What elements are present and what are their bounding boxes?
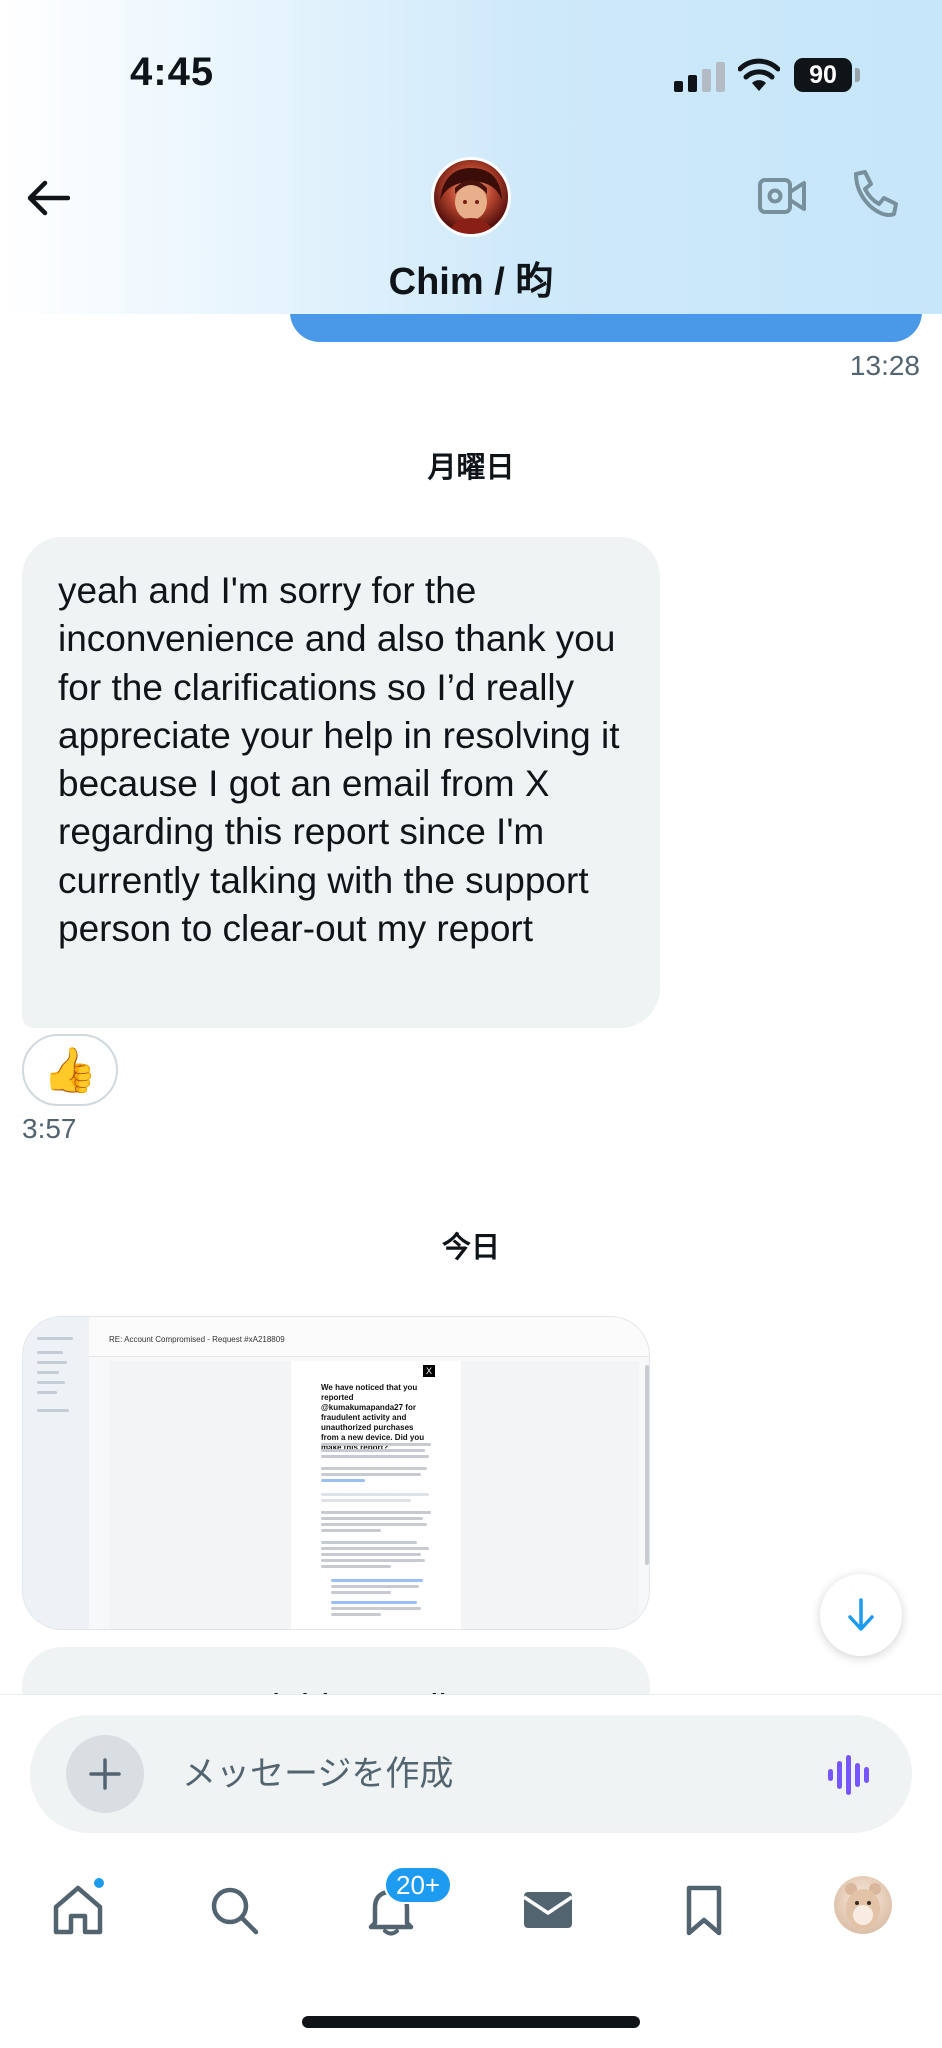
date-separator: 月曜日 (427, 452, 515, 484)
screenshot-sidebar (23, 1317, 89, 1629)
back-button[interactable] (22, 172, 74, 224)
tab-profile-avatar[interactable] (834, 1876, 892, 1934)
add-media-button[interactable] (66, 1735, 144, 1813)
contact-avatar[interactable] (431, 157, 511, 237)
cellular-signal-icon (674, 62, 725, 92)
avatar-illustration (440, 168, 502, 234)
tab-bookmarks[interactable] (672, 1878, 736, 1942)
message-timestamp: 13:28 (849, 350, 920, 381)
search-icon (211, 1887, 259, 1935)
screenshot-scrollbar (645, 1365, 649, 1565)
status-time: 4:45 (130, 50, 215, 94)
envelope-icon (523, 1892, 573, 1928)
notification-badge: 20+ (384, 1866, 453, 1904)
tab-messages[interactable] (516, 1878, 580, 1942)
message-input[interactable] (182, 1745, 782, 1803)
tab-search[interactable] (202, 1878, 266, 1942)
incoming-message-bubble[interactable]: yeah and I'm sorry for the inconvenience… (22, 537, 660, 1028)
date-separator: 今日 (441, 1232, 500, 1264)
bookmark-icon (686, 1885, 722, 1936)
home-unread-dot (92, 1876, 106, 1890)
arrow-left-icon (27, 180, 70, 216)
video-call-button[interactable] (756, 170, 808, 222)
scroll-to-bottom-button[interactable] (820, 1574, 902, 1656)
wifi-icon (738, 58, 780, 91)
battery-indicator: 90 (794, 58, 852, 92)
home-icon (53, 1885, 103, 1935)
reaction-badge[interactable]: 👍 (22, 1034, 118, 1106)
message-composer (30, 1715, 912, 1833)
battery-tip (855, 68, 860, 82)
message-timestamp: 3:57 (22, 1113, 77, 1144)
voice-wave-icon[interactable] (826, 1753, 874, 1797)
plus-icon (89, 1758, 121, 1790)
video-camera-icon (758, 178, 806, 214)
composer-area (0, 1694, 942, 1854)
x-logo-icon: X (423, 1365, 435, 1377)
image-attachment[interactable]: RE: Account Compromised - Request #xA218… (22, 1316, 650, 1630)
arrow-down-icon (848, 1598, 874, 1631)
home-indicator (302, 2016, 640, 2028)
voice-call-button[interactable] (848, 168, 900, 220)
chat-header: 4:45 90 Chim / 昀 (0, 0, 942, 314)
phone-icon (854, 170, 898, 217)
hamster-avatar-icon (845, 1883, 881, 1929)
screenshot-subject: RE: Account Compromised - Request #xA218… (109, 1335, 285, 1344)
contact-name[interactable]: Chim / 昀 (0, 250, 942, 305)
